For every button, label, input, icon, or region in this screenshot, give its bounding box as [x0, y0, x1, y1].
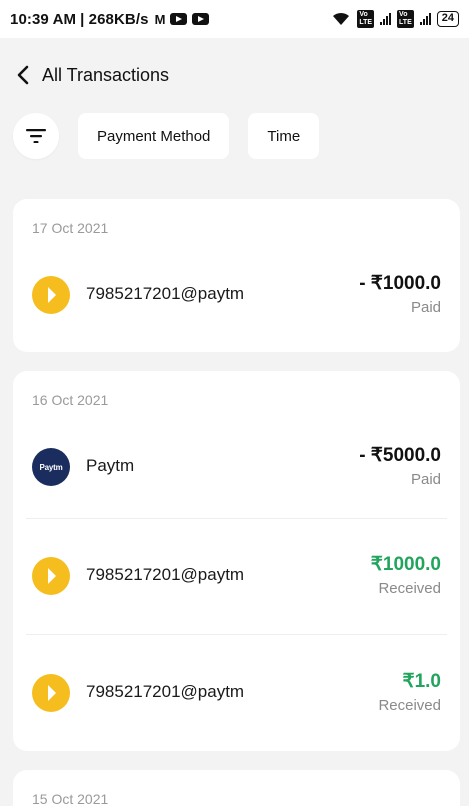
- status-time: 10:39 AM: [10, 10, 77, 28]
- paytm-upi-logo-icon: [32, 674, 70, 712]
- transaction-status: Paid: [410, 299, 441, 316]
- transaction-group: 15 Oct 2021: [13, 770, 460, 806]
- transaction-amount: - ₹1000.0: [359, 273, 441, 294]
- paytm-upi-logo-icon: [32, 557, 70, 595]
- transaction-group: 16 Oct 2021 Paytm Paytm - ₹5000.0 Paid 7…: [13, 371, 460, 751]
- transaction-status: Paid: [410, 471, 441, 488]
- status-speed: | 268KB/s: [80, 10, 149, 28]
- time-filter[interactable]: Time: [248, 113, 320, 159]
- filter-bar: Payment Method Time: [13, 113, 320, 159]
- page-title: All Transactions: [42, 64, 170, 85]
- volte-icon: Vo LTE: [357, 10, 375, 28]
- group-date: 15 Oct 2021: [32, 791, 109, 806]
- paytm-logo-icon: Paytm: [32, 448, 70, 486]
- signal-icon: [380, 13, 392, 25]
- transaction-row[interactable]: 7985217201@paytm ₹1.0 Received: [13, 635, 460, 751]
- transaction-row[interactable]: 7985217201@paytm ₹1000.0 Received: [13, 518, 460, 634]
- battery-icon: 24: [436, 11, 459, 27]
- transaction-row[interactable]: 7985217201@paytm - ₹1000.0 Paid: [13, 237, 460, 353]
- transaction-amount: ₹1000.0: [370, 554, 441, 575]
- signal-4g-icon: [419, 13, 431, 25]
- transaction-name: 7985217201@paytm: [86, 682, 245, 701]
- group-date: 16 Oct 2021: [32, 392, 109, 408]
- transaction-name: 7985217201@paytm: [86, 565, 245, 584]
- paytm-upi-logo-icon: [32, 276, 70, 314]
- wifi-icon: [333, 12, 350, 25]
- group-date: 17 Oct 2021: [32, 220, 109, 236]
- filter-button[interactable]: [13, 113, 59, 159]
- payment-method-filter[interactable]: Payment Method: [78, 113, 230, 159]
- transaction-name: Paytm: [86, 456, 135, 475]
- transaction-status: Received: [378, 580, 441, 597]
- transaction-group: 17 Oct 2021 7985217201@paytm - ₹1000.0 P…: [13, 199, 460, 352]
- status-bar: 10:39 AM | 268KB/s M Vo LTE Vo LTE 24: [0, 0, 469, 38]
- youtube-icon: [192, 13, 210, 25]
- transaction-name: 7985217201@paytm: [86, 284, 245, 303]
- transaction-amount: - ₹5000.0: [359, 445, 441, 466]
- gmail-icon: M: [154, 11, 166, 27]
- back-arrow-icon[interactable]: [12, 64, 34, 86]
- filter-icon: [26, 129, 46, 143]
- transaction-row[interactable]: Paytm Paytm - ₹5000.0 Paid: [13, 409, 460, 525]
- transaction-amount: ₹1.0: [402, 671, 441, 692]
- youtube-icon: [170, 13, 188, 25]
- volte-icon: Vo LTE: [397, 10, 414, 28]
- header: All Transactions: [0, 38, 469, 112]
- transaction-status: Received: [378, 697, 441, 714]
